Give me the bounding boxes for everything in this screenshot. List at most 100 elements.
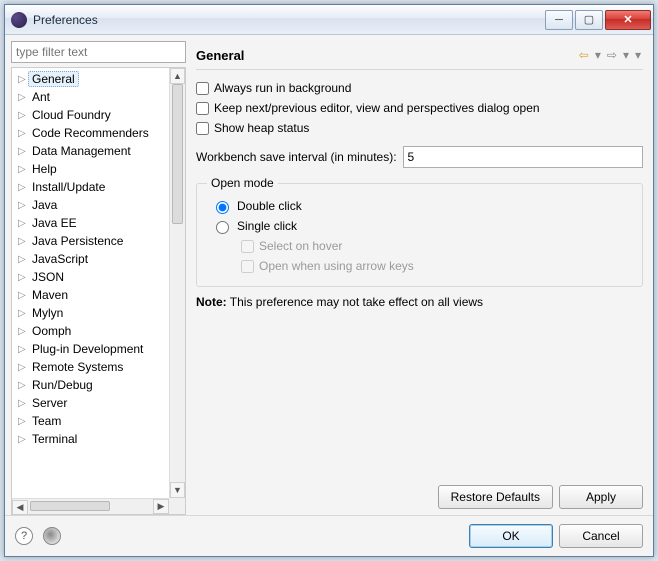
tree-item-label: Code Recommenders bbox=[28, 125, 153, 141]
tree-item[interactable]: ▷Help bbox=[12, 160, 169, 178]
tree-item[interactable]: ▷Install/Update bbox=[12, 178, 169, 196]
save-interval-label: Workbench save interval (in minutes): bbox=[196, 150, 397, 164]
help-icon[interactable]: ? bbox=[15, 527, 33, 545]
tree-item[interactable]: ▷Run/Debug bbox=[12, 376, 169, 394]
titlebar[interactable]: Preferences ─ ▢ ✕ bbox=[5, 5, 653, 35]
expand-icon[interactable]: ▷ bbox=[18, 326, 28, 337]
radio-single-click[interactable]: Single click bbox=[207, 216, 632, 236]
radio-double-click[interactable]: Double click bbox=[207, 196, 632, 216]
expand-icon[interactable]: ▷ bbox=[18, 110, 28, 121]
tree-item[interactable]: ▷Java Persistence bbox=[12, 232, 169, 250]
checkbox-input[interactable] bbox=[196, 102, 209, 115]
expand-icon[interactable]: ▷ bbox=[18, 236, 28, 247]
import-export-icon[interactable] bbox=[43, 527, 61, 545]
expand-icon[interactable]: ▷ bbox=[18, 398, 28, 409]
tree-item-label: Help bbox=[28, 161, 61, 177]
open-mode-legend: Open mode bbox=[207, 176, 278, 190]
scroll-thumb[interactable] bbox=[172, 84, 183, 224]
tree-item[interactable]: ▷Team bbox=[12, 412, 169, 430]
expand-icon[interactable]: ▷ bbox=[18, 128, 28, 139]
checkbox-input bbox=[241, 240, 254, 253]
bottom-bar: ? OK Cancel bbox=[5, 515, 653, 556]
open-mode-group: Open mode Double click Single click Sele… bbox=[196, 176, 643, 287]
checkbox-input[interactable] bbox=[196, 82, 209, 95]
expand-icon[interactable]: ▷ bbox=[18, 74, 28, 85]
preference-tree[interactable]: ▷General▷Ant▷Cloud Foundry▷Code Recommen… bbox=[11, 67, 186, 515]
tree-item[interactable]: ▷Plug-in Development bbox=[12, 340, 169, 358]
expand-icon[interactable]: ▷ bbox=[18, 380, 28, 391]
tree-item-label: JSON bbox=[28, 269, 68, 285]
expand-icon[interactable]: ▷ bbox=[18, 146, 28, 157]
checkbox-run-background[interactable]: Always run in background bbox=[196, 78, 643, 98]
expand-icon[interactable]: ▷ bbox=[18, 218, 28, 229]
expand-icon[interactable]: ▷ bbox=[18, 308, 28, 319]
tree-item[interactable]: ▷JavaScript bbox=[12, 250, 169, 268]
forward-icon[interactable]: ⇨ bbox=[605, 48, 619, 62]
close-button[interactable]: ✕ bbox=[605, 10, 651, 30]
tree-item[interactable]: ▷Cloud Foundry bbox=[12, 106, 169, 124]
back-menu-icon[interactable]: ▾ bbox=[593, 48, 603, 62]
tree-item[interactable]: ▷Remote Systems bbox=[12, 358, 169, 376]
tree-item-label: Oomph bbox=[28, 323, 75, 339]
tree-item-label: Run/Debug bbox=[28, 377, 97, 393]
scroll-thumb[interactable] bbox=[30, 501, 110, 511]
tree-item[interactable]: ▷Ant bbox=[12, 88, 169, 106]
minimize-button[interactable]: ─ bbox=[545, 10, 573, 30]
tree-item[interactable]: ▷Maven bbox=[12, 286, 169, 304]
restore-defaults-button[interactable]: Restore Defaults bbox=[438, 485, 553, 509]
tree-item[interactable]: ▷Code Recommenders bbox=[12, 124, 169, 142]
radio-input[interactable] bbox=[216, 221, 229, 234]
checkbox-heap-status[interactable]: Show heap status bbox=[196, 118, 643, 138]
tree-vertical-scrollbar[interactable]: ▲ ▼ bbox=[169, 68, 185, 498]
checkbox-label: Show heap status bbox=[214, 121, 309, 135]
tree-item-label: Install/Update bbox=[28, 179, 109, 195]
expand-icon[interactable]: ▷ bbox=[18, 434, 28, 445]
expand-icon[interactable]: ▷ bbox=[18, 344, 28, 355]
tree-item[interactable]: ▷Oomph bbox=[12, 322, 169, 340]
checkbox-keep-dialog[interactable]: Keep next/previous editor, view and pers… bbox=[196, 98, 643, 118]
back-icon[interactable]: ⇦ bbox=[577, 48, 591, 62]
right-pane: General ⇦ ▾ ⇨ ▾ ▾ Always run in backgrou… bbox=[192, 41, 647, 515]
expand-icon[interactable]: ▷ bbox=[18, 272, 28, 283]
maximize-button[interactable]: ▢ bbox=[575, 10, 603, 30]
tree-item[interactable]: ▷Server bbox=[12, 394, 169, 412]
tree-horizontal-scrollbar[interactable]: ◀ ▶ bbox=[12, 498, 169, 514]
expand-icon[interactable]: ▷ bbox=[18, 200, 28, 211]
tree-item[interactable]: ▷Mylyn bbox=[12, 304, 169, 322]
expand-icon[interactable]: ▷ bbox=[18, 92, 28, 103]
left-pane: ▷General▷Ant▷Cloud Foundry▷Code Recommen… bbox=[11, 41, 186, 515]
ok-button[interactable]: OK bbox=[469, 524, 553, 548]
apply-button[interactable]: Apply bbox=[559, 485, 643, 509]
tree-item[interactable]: ▷Java EE bbox=[12, 214, 169, 232]
scroll-left-icon[interactable]: ◀ bbox=[12, 500, 28, 515]
expand-icon[interactable]: ▷ bbox=[18, 182, 28, 193]
expand-icon[interactable]: ▷ bbox=[18, 164, 28, 175]
expand-icon[interactable]: ▷ bbox=[18, 416, 28, 427]
tree-item-label: Ant bbox=[28, 89, 54, 105]
tree-item[interactable]: ▷Data Management bbox=[12, 142, 169, 160]
tree-item[interactable]: ▷General bbox=[12, 70, 169, 88]
radio-input[interactable] bbox=[216, 201, 229, 214]
expand-icon[interactable]: ▷ bbox=[18, 362, 28, 373]
tree-item-label: Data Management bbox=[28, 143, 135, 159]
expand-icon[interactable]: ▷ bbox=[18, 254, 28, 265]
forward-menu-icon[interactable]: ▾ bbox=[621, 48, 631, 62]
checkbox-input[interactable] bbox=[196, 122, 209, 135]
scroll-corner bbox=[169, 498, 185, 514]
filter-input[interactable] bbox=[11, 41, 186, 63]
save-interval-input[interactable] bbox=[403, 146, 643, 168]
tree-item[interactable]: ▷Java bbox=[12, 196, 169, 214]
checkbox-open-arrow: Open when using arrow keys bbox=[207, 256, 632, 276]
cancel-button[interactable]: Cancel bbox=[559, 524, 643, 548]
scroll-up-icon[interactable]: ▲ bbox=[170, 68, 185, 84]
tree-item-label: Team bbox=[28, 413, 65, 429]
tree-item[interactable]: ▷Terminal bbox=[12, 430, 169, 448]
expand-icon[interactable]: ▷ bbox=[18, 290, 28, 301]
view-menu-icon[interactable]: ▾ bbox=[633, 48, 643, 62]
scroll-down-icon[interactable]: ▼ bbox=[170, 482, 185, 498]
checkbox-label: Always run in background bbox=[214, 81, 351, 95]
scroll-right-icon[interactable]: ▶ bbox=[153, 499, 169, 514]
radio-label: Double click bbox=[237, 199, 302, 213]
tree-item[interactable]: ▷JSON bbox=[12, 268, 169, 286]
window-title: Preferences bbox=[33, 13, 545, 27]
